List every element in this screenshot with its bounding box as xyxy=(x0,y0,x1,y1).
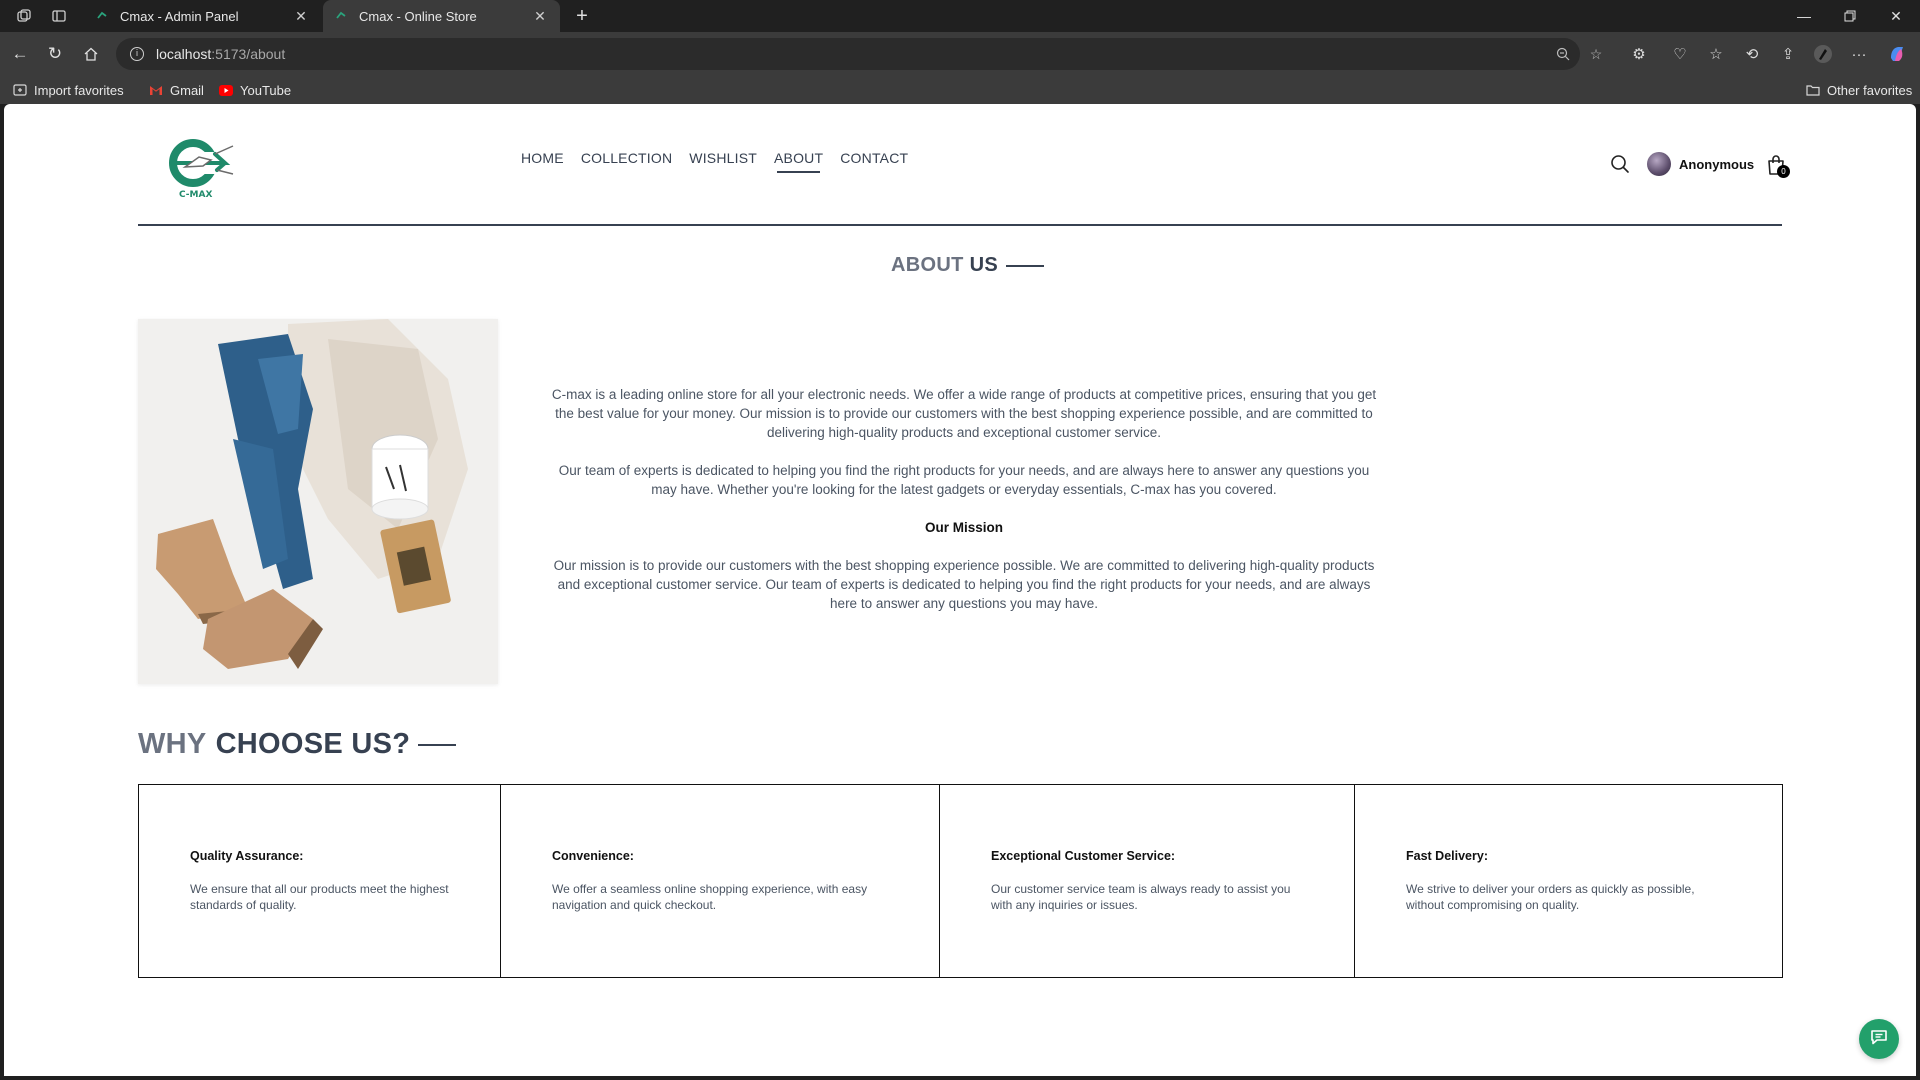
more-options-icon[interactable]: ··· xyxy=(1847,42,1871,66)
cmax-favicon-icon xyxy=(335,10,347,22)
title-strong: US xyxy=(969,254,998,276)
browser-address-bar: ← ↻ i localhost:5173/about ☆ ⚙ ♡ ☆ ⟲ ⇪ ·… xyxy=(0,32,1920,76)
bookmark-import-favorites[interactable]: Import favorites xyxy=(12,80,124,100)
folder-icon xyxy=(1805,83,1821,97)
feature-heading: Fast Delivery: xyxy=(1406,849,1488,863)
site-info-icon[interactable]: i xyxy=(130,47,144,61)
close-window-icon[interactable]: ✕ xyxy=(1873,0,1919,32)
tab-title: Cmax - Online Store xyxy=(359,8,477,24)
why-choose-us-title: WHY CHOOSE US? xyxy=(138,728,457,761)
tab-title: Cmax - Admin Panel xyxy=(120,8,239,24)
nav-wishlist[interactable]: WISHLIST xyxy=(689,150,757,166)
workspaces-icon[interactable] xyxy=(14,6,34,26)
cmax-logo[interactable]: C-MAX xyxy=(155,134,240,200)
feature-heading: Exceptional Customer Service: xyxy=(991,849,1176,863)
title-underline xyxy=(1006,264,1044,267)
user-name: Anonymous xyxy=(1679,156,1755,172)
minimize-icon[interactable]: — xyxy=(1781,0,1827,32)
url-text: localhost:5173/about xyxy=(156,46,286,62)
nav-collection[interactable]: COLLECTION xyxy=(581,150,672,166)
about-text: C-max is a leading online store for all … xyxy=(549,385,1379,632)
feature-card: Exceptional Customer Service: Our custom… xyxy=(940,784,1355,978)
vertical-tabs-icon[interactable] xyxy=(49,6,69,26)
page-viewport: C-MAX HOME COLLECTION WISHLIST ABOUT CON… xyxy=(4,104,1916,1076)
import-icon xyxy=(12,83,28,97)
browser-essentials-icon[interactable]: ♡ xyxy=(1668,42,1692,66)
bookmark-gmail[interactable]: Gmail xyxy=(148,80,204,100)
youtube-icon xyxy=(218,83,234,97)
feature-card: Convenience: We offer a seamless online … xyxy=(501,784,940,978)
bookmark-label: Gmail xyxy=(170,82,204,98)
profile-icon[interactable] xyxy=(1811,42,1835,66)
new-tab-icon[interactable]: + xyxy=(570,4,594,28)
user-menu[interactable]: Anonymous xyxy=(1647,152,1754,176)
gmail-icon xyxy=(148,83,164,97)
features-row: Quality Assurance: We ensure that all ou… xyxy=(138,784,1783,978)
browser-tab-bar: Cmax - Admin Panel ✕ Cmax - Online Store… xyxy=(0,0,1920,32)
about-title: ABOUT US xyxy=(891,254,1044,277)
window-bottom-edge xyxy=(0,1076,1920,1080)
chat-button[interactable] xyxy=(1859,1019,1899,1059)
bookmark-label: Other favorites xyxy=(1827,82,1913,98)
bookmark-other-favorites[interactable]: Other favorites xyxy=(1805,80,1912,100)
mission-text: Our mission is to provide our customers … xyxy=(553,558,1375,611)
mission-heading: Our Mission xyxy=(924,520,1003,535)
zoom-icon[interactable] xyxy=(1555,46,1571,62)
favorite-star-icon[interactable]: ☆ xyxy=(1588,46,1604,62)
tab-admin-panel[interactable]: Cmax - Admin Panel ✕ xyxy=(84,0,321,32)
tab-online-store[interactable]: Cmax - Online Store ✕ xyxy=(323,0,560,32)
feature-heading: Convenience: xyxy=(552,849,634,863)
feature-heading: Quality Assurance: xyxy=(190,849,304,863)
feature-text: Our customer service team is always read… xyxy=(991,882,1291,912)
title-underline xyxy=(418,743,457,746)
cmax-favicon-icon xyxy=(96,10,108,22)
feature-text: We ensure that all our products meet the… xyxy=(190,882,449,912)
about-paragraph-1: C-max is a leading online store for all … xyxy=(551,387,1377,440)
bookmarks-bar: Import favorites Gmail YouTube Other fav… xyxy=(0,76,1920,104)
close-tab-icon[interactable]: ✕ xyxy=(293,8,309,25)
header-divider xyxy=(138,224,1782,226)
title-light: ABOUT xyxy=(891,254,964,276)
svg-text:C-MAX: C-MAX xyxy=(179,190,212,200)
history-icon[interactable]: ⟲ xyxy=(1740,42,1764,66)
refresh-icon[interactable]: ↻ xyxy=(43,42,67,66)
url-field[interactable]: i localhost:5173/about xyxy=(116,38,1580,70)
feature-card: Quality Assurance: We ensure that all ou… xyxy=(138,784,501,978)
avatar xyxy=(1647,152,1671,176)
close-tab-icon[interactable]: ✕ xyxy=(532,8,548,25)
restore-icon[interactable] xyxy=(1827,0,1873,32)
share-icon[interactable]: ⇪ xyxy=(1776,42,1800,66)
bookmark-youtube[interactable]: YouTube xyxy=(218,80,291,100)
bookmark-label: YouTube xyxy=(240,82,292,98)
bookmark-label: Import favorites xyxy=(34,82,124,98)
about-paragraph-2: Our team of experts is dedicated to help… xyxy=(558,463,1370,497)
nav-contact[interactable]: CONTACT xyxy=(840,150,908,166)
search-icon[interactable] xyxy=(1610,154,1634,178)
chat-icon xyxy=(1870,1028,1888,1051)
copilot-icon[interactable] xyxy=(1885,42,1909,66)
home-icon[interactable] xyxy=(79,42,103,66)
favorites-icon[interactable]: ☆ xyxy=(1704,42,1728,66)
nav-home[interactable]: HOME xyxy=(521,150,564,166)
extensions-icon[interactable]: ⚙ xyxy=(1627,42,1651,66)
title-strong: CHOOSE US? xyxy=(215,728,411,760)
nav-about[interactable]: ABOUT xyxy=(774,150,823,173)
cart-count-badge: 0 xyxy=(1777,165,1790,178)
feature-text: We offer a seamless online shopping expe… xyxy=(552,882,868,912)
feature-card: Fast Delivery: We strive to deliver your… xyxy=(1355,784,1783,978)
about-image xyxy=(138,319,498,684)
title-light: WHY xyxy=(138,728,207,760)
back-icon[interactable]: ← xyxy=(8,42,32,66)
feature-text: We strive to deliver your orders as quic… xyxy=(1406,882,1695,912)
main-nav: HOME COLLECTION WISHLIST ABOUT CONTACT xyxy=(521,150,908,173)
